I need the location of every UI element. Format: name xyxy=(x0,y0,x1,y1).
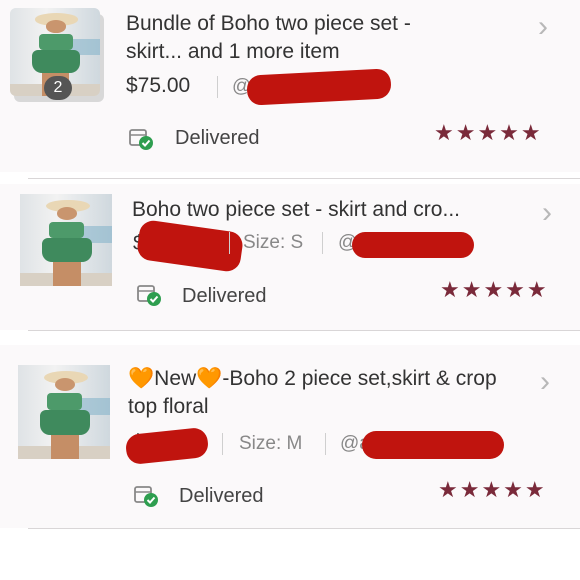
star-rating: ★★★★★ xyxy=(434,120,543,145)
order-title[interactable]: 🧡New🧡-Boho 2 piece set,skirt & crop top … xyxy=(128,365,518,421)
product-thumbnail[interactable] xyxy=(20,194,112,286)
item-size: Size: S xyxy=(243,232,304,253)
star-rating: ★★★★★ xyxy=(438,477,547,502)
item-count-badge: 2 xyxy=(44,76,72,100)
order-title[interactable]: Boho two piece set - skirt and cro... xyxy=(132,196,522,224)
divider xyxy=(322,232,323,254)
orange-heart-icon: 🧡 xyxy=(196,367,223,390)
item-size: Size: M xyxy=(239,433,303,454)
chevron-right-icon[interactable]: › xyxy=(540,367,550,397)
divider xyxy=(28,528,580,529)
order-card-1[interactable]: 2 Bundle of Boho two piece set - skirt..… xyxy=(0,0,580,172)
package-check-icon xyxy=(133,484,159,508)
chevron-right-icon[interactable]: › xyxy=(542,198,552,228)
order-card-3[interactable]: 🧡New🧡-Boho 2 piece set,skirt & crop top … xyxy=(0,345,580,528)
divider xyxy=(229,232,230,254)
divider xyxy=(28,330,580,331)
redaction-mark xyxy=(352,232,474,258)
divider xyxy=(217,76,218,98)
package-check-icon xyxy=(128,127,154,151)
redaction-mark xyxy=(135,218,245,274)
delivery-status: Delivered xyxy=(182,285,267,307)
star-rating: ★★★★★ xyxy=(440,277,549,302)
order-title[interactable]: Bundle of Boho two piece set - skirt... … xyxy=(126,10,456,66)
divider xyxy=(325,433,326,455)
delivery-status: Delivered xyxy=(175,127,260,149)
redaction-mark xyxy=(246,68,392,106)
order-card-2[interactable]: Boho two piece set - skirt and cro... › … xyxy=(0,184,580,330)
delivery-status: Delivered xyxy=(179,485,264,507)
redaction-mark xyxy=(362,431,504,459)
title-new-label: New xyxy=(154,367,197,390)
chevron-right-icon[interactable]: › xyxy=(538,12,548,42)
product-thumbnail[interactable] xyxy=(18,365,110,459)
orange-heart-icon: 🧡 xyxy=(128,367,155,390)
divider xyxy=(28,178,580,179)
divider xyxy=(222,433,223,455)
order-price: $75.00 xyxy=(126,74,191,97)
package-check-icon xyxy=(136,283,162,307)
